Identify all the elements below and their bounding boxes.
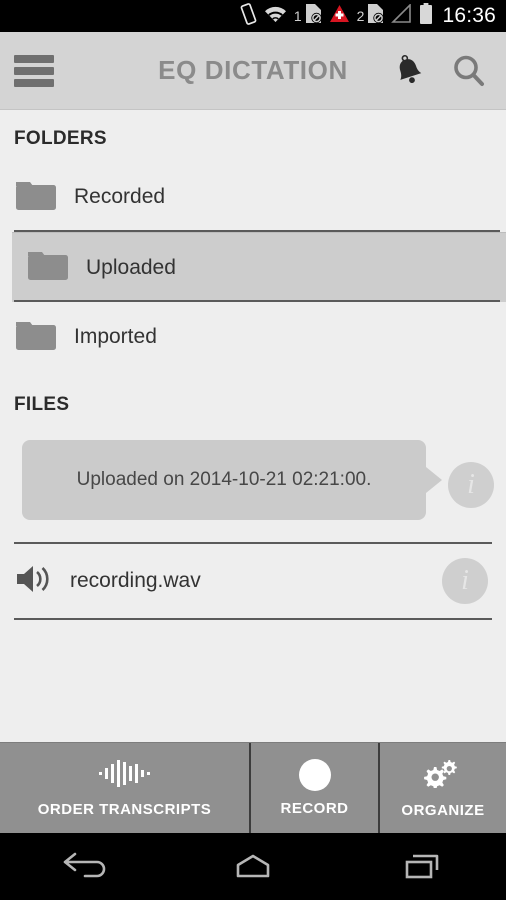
folder-icon [26,246,70,289]
folder-item-recorded[interactable]: Recorded [0,162,506,232]
status-bar: 1 2 16:36 [0,0,506,32]
order-transcripts-label: ORDER TRANSCRIPTS [37,800,212,818]
folder-item-label: Uploaded [86,255,176,279]
folder-icon [14,176,58,219]
emergency-alert-icon [329,4,350,28]
wifi-icon [264,5,287,28]
folder-list: Recorded Uploaded Imported [0,162,506,372]
files-area: Uploaded on 2014-10-21 02:21:00. i recor… [0,440,506,620]
gears-icon [421,758,465,793]
file-name-label: recording.wav [70,569,201,592]
info-icon[interactable]: i [448,462,494,508]
search-icon[interactable] [450,52,488,90]
tooltip-tail [426,467,442,493]
vibrate-icon [240,2,257,30]
status-bar-icons: 1 2 [240,2,434,30]
file-list-item[interactable]: recording.wav i [14,542,492,620]
sim1-disabled-icon [305,3,322,29]
info-icon[interactable]: i [442,558,488,604]
folder-item-label: Recorded [74,185,166,208]
app-bar: EQ DICTATION [0,32,506,110]
recents-icon[interactable] [377,833,467,900]
sim2-disabled-icon [367,3,385,29]
info-glyph: i [461,565,469,596]
app-bar-actions [390,52,488,90]
sim2-label: 2 [356,8,365,24]
bottom-toolbar: ORDER TRANSCRIPTS RECORD ORGANIZE [0,742,506,833]
hamburger-menu-icon[interactable] [14,54,54,87]
order-transcripts-button[interactable]: ORDER TRANSCRIPTS [0,743,249,833]
info-glyph: i [467,469,475,500]
record-button[interactable]: RECORD [249,743,378,833]
android-nav-bar [0,833,506,900]
record-label: RECORD [280,800,349,817]
files-section-label: FILES [14,394,70,415]
bell-icon[interactable] [390,52,428,90]
waveform-icon [97,759,153,792]
organize-button[interactable]: ORGANIZE [378,743,506,833]
record-dot-icon [298,759,331,791]
battery-icon [419,2,433,30]
folder-item-label: Imported [74,325,157,348]
status-bar-clock: 16:36 [442,4,496,27]
folder-icon [14,316,58,359]
back-arrow-icon[interactable] [39,833,129,900]
speaker-icon [14,562,56,601]
sim1-label: 1 [293,8,302,24]
tooltip-content: Uploaded on 2014-10-21 02:21:00. [22,440,426,520]
device-screen: 1 2 16:36 EQ DICTATION FOLDERS Recorded … [0,0,506,900]
folder-item-imported[interactable]: Imported [0,302,506,372]
signal-icon [391,3,412,28]
folder-item-uploaded[interactable]: Uploaded [12,232,506,302]
main-content: FOLDERS Recorded Uploaded Imported FILES… [0,110,506,742]
organize-label: ORGANIZE [401,801,485,819]
upload-info-tooltip: Uploaded on 2014-10-21 02:21:00. [22,440,442,520]
home-icon[interactable] [208,833,298,900]
folders-section-label: FOLDERS [14,128,107,149]
